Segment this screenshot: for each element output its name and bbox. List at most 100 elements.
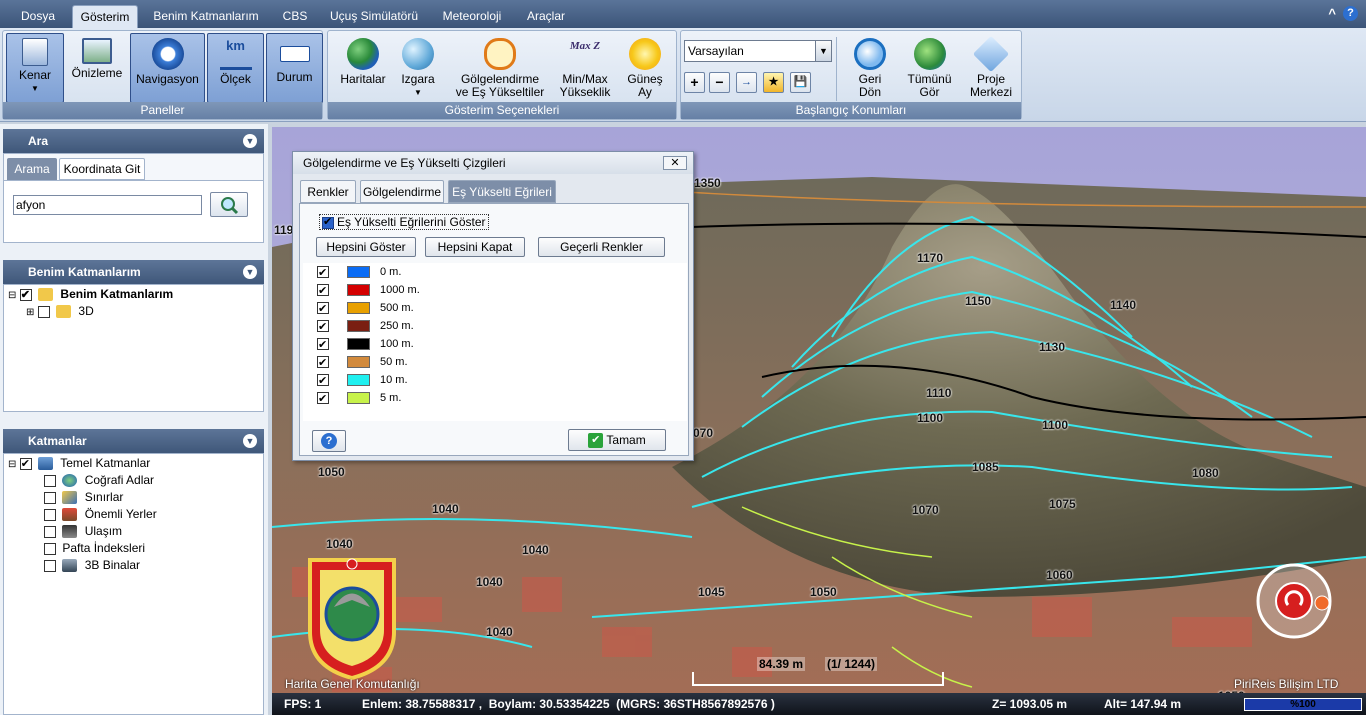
remove-location-button[interactable]: − [709, 72, 730, 93]
my-layers-header[interactable]: Benim Katmanlarım ▼ [3, 260, 264, 284]
hide-all-button[interactable]: Hepsini Kapat [425, 237, 525, 257]
color-swatch[interactable] [347, 284, 370, 296]
minmax-button[interactable]: Max Z Min/Max Yükseklik [555, 33, 615, 103]
contour-row[interactable]: 10 m. [317, 371, 408, 390]
layer-checkbox[interactable] [44, 491, 56, 504]
contour-row[interactable]: 250 m. [317, 317, 414, 336]
menu-tab-araclar[interactable]: Araçlar [517, 5, 575, 28]
color-swatch[interactable] [347, 338, 370, 350]
close-icon[interactable]: ✕ [663, 156, 687, 170]
kenar-button[interactable]: Kenar ▼ [6, 33, 64, 103]
onizleme-button[interactable]: Önizleme [67, 33, 127, 103]
menu-tab-gosterim[interactable]: Gösterim [72, 5, 138, 28]
contour-row[interactable]: 500 m. [317, 299, 414, 318]
tab-golgelendirme[interactable]: Gölgelendirme [360, 180, 444, 203]
tree-item-temel-katmanlar[interactable]: ⊟ Temel Katmanlar [8, 455, 150, 473]
layer-checkbox[interactable] [44, 474, 56, 487]
contour-checkbox[interactable] [317, 390, 329, 408]
color-swatch[interactable] [347, 320, 370, 332]
chevron-down-icon[interactable]: ▼ [815, 41, 831, 61]
proje-merkezi-button[interactable]: Proje Merkezi [963, 33, 1019, 103]
contour-checkbox[interactable] [317, 318, 329, 336]
layer-checkbox[interactable] [44, 542, 56, 555]
collapse-icon[interactable]: ▼ [243, 265, 257, 279]
show-all-button[interactable]: Hepsini Göster [316, 237, 416, 257]
save-location-button[interactable]: 💾 [790, 72, 811, 93]
group-label-baslangic: Başlangıç Konumları [681, 102, 1021, 119]
contour-checkbox[interactable] [317, 354, 329, 372]
tab-koordinata-git[interactable]: Koordinata Git [59, 158, 145, 180]
start-location-select[interactable]: Varsayılan ▼ [684, 40, 832, 62]
add-location-button[interactable]: + [684, 72, 705, 93]
tab-arama[interactable]: Arama [7, 158, 57, 180]
menu-tab-benim-katmanlarim[interactable]: Benim Katmanlarım [143, 5, 269, 28]
search-icon [221, 197, 239, 215]
tree-item-ulasim[interactable]: Ulaşım [44, 523, 122, 540]
color-swatch[interactable] [347, 356, 370, 368]
menu-tab-cbs[interactable]: CBS [274, 5, 316, 28]
tree-item-onemli-yerler[interactable]: Önemli Yerler [44, 506, 157, 523]
color-swatch[interactable] [347, 302, 370, 314]
search-button[interactable] [210, 192, 248, 217]
layer-checkbox[interactable] [44, 559, 56, 572]
collapse-tree-icon[interactable]: ⊟ [8, 290, 16, 301]
tree-item-benim-katmanlarim[interactable]: ⊟ Benim Katmanlarım [8, 286, 173, 304]
contour-checkbox[interactable] [317, 300, 329, 318]
gunes-ay-button[interactable]: Güneş Ay [617, 33, 673, 103]
layer-checkbox[interactable] [37, 305, 50, 318]
menu-tab-dosya[interactable]: Dosya [8, 5, 68, 28]
ok-button[interactable]: ✔ Tamam [568, 429, 666, 451]
contour-color-list: 0 m. 1000 m. 500 m. 250 m. 100 m. 50 m. … [303, 263, 687, 421]
goto-location-button[interactable]: → [736, 72, 757, 93]
collapse-icon[interactable]: ▼ [243, 134, 257, 148]
contour-row[interactable]: 50 m. [317, 353, 408, 372]
izgara-button[interactable]: Izgara ▼ [394, 33, 442, 103]
tab-es-yukselti-egrileri[interactable]: Eş Yükselti Eğrileri [448, 180, 556, 203]
favorite-location-button[interactable]: ★ [763, 72, 784, 93]
tree-item-3d[interactable]: ⊞ 3D [26, 303, 94, 320]
tree-item-cografi-adlar[interactable]: Coğrafi Adlar [44, 472, 154, 489]
contour-checkbox[interactable] [317, 336, 329, 354]
tree-item-pafta-indeksleri[interactable]: Pafta İndeksleri [44, 540, 145, 557]
expand-tree-icon[interactable]: ⊞ [26, 307, 34, 318]
help-icon[interactable]: ? [1343, 6, 1358, 21]
geri-don-button[interactable]: Geri Dön [844, 33, 896, 103]
compass-icon[interactable] [1254, 561, 1334, 641]
current-colors-button[interactable]: Geçerli Renkler [538, 237, 665, 257]
tree-item-sinirlar[interactable]: Sınırlar [44, 489, 123, 506]
contour-row[interactable]: 1000 m. [317, 281, 420, 300]
contour-label: 1040 [432, 502, 459, 516]
contour-row[interactable]: 0 m. [317, 263, 401, 282]
layer-checkbox[interactable] [44, 508, 56, 521]
search-panel-header[interactable]: Ara ▼ [3, 129, 264, 153]
layer-checkbox[interactable] [19, 456, 32, 473]
haritalar-button[interactable]: Haritalar [333, 33, 393, 103]
collapse-ribbon-button[interactable]: ^ [1328, 6, 1336, 21]
color-swatch[interactable] [347, 392, 370, 404]
tab-renkler[interactable]: Renkler [300, 180, 356, 203]
golgelendirme-button[interactable]: Gölgelendirme ve Eş Yükseltiler [445, 33, 555, 103]
contour-checkbox[interactable] [317, 372, 329, 390]
layer-checkbox[interactable] [19, 287, 32, 304]
search-input[interactable] [13, 195, 202, 215]
durum-button[interactable]: Durum [266, 33, 323, 103]
color-swatch[interactable] [347, 266, 370, 278]
contour-checkbox[interactable] [317, 264, 329, 282]
navigasyon-button[interactable]: Navigasyon [130, 33, 205, 103]
contour-checkbox[interactable] [317, 282, 329, 300]
contour-row[interactable]: 5 m. [317, 389, 401, 408]
tree-item-3b-binalar[interactable]: 3B Binalar [44, 557, 140, 574]
collapse-icon[interactable]: ▼ [243, 434, 257, 448]
olcek-button[interactable]: km Ölçek [207, 33, 264, 103]
menu-tab-ucus-simulatoru[interactable]: Uçuş Simülatörü [321, 5, 427, 28]
tumunu-gor-button[interactable]: Tümünü Gör [902, 33, 957, 103]
dialog-help-button[interactable]: ? [312, 430, 346, 452]
show-contours-option[interactable]: Eş Yükselti Eğrilerini Göster [319, 214, 489, 230]
layers-header[interactable]: Katmanlar ▼ [3, 429, 264, 453]
menu-tab-meteoroloji[interactable]: Meteoroloji [432, 5, 512, 28]
layer-checkbox[interactable] [44, 525, 56, 538]
show-contours-checkbox[interactable] [322, 215, 334, 229]
collapse-tree-icon[interactable]: ⊟ [8, 459, 16, 470]
color-swatch[interactable] [347, 374, 370, 386]
contour-row[interactable]: 100 m. [317, 335, 414, 354]
